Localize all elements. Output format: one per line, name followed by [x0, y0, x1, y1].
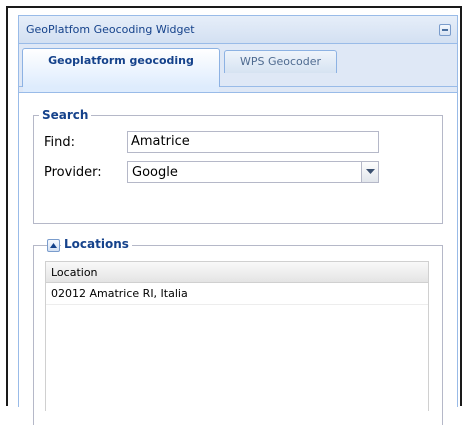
locations-legend: Locations — [61, 237, 132, 251]
geocoding-widget-panel: GeoPlatfom Geocoding Widget Geoplatform … — [18, 15, 458, 425]
provider-select[interactable]: Google — [127, 161, 379, 183]
locations-grid: Location 02012 Amatrice RI, Italia — [45, 261, 429, 411]
chevron-up-icon[interactable] — [47, 239, 60, 252]
tab-content: Search Find: Amatrice Provider: Google L… — [19, 92, 457, 425]
provider-label: Provider: — [44, 165, 102, 180]
provider-value: Google — [132, 165, 178, 180]
tab-active-joint — [23, 86, 219, 92]
tab-label: Geoplatform geocoding — [48, 54, 194, 67]
tab-wps-geocoder[interactable]: WPS Geocoder — [224, 50, 337, 73]
chevron-down-icon[interactable] — [361, 162, 378, 182]
tab-bar: Geoplatform geocoding WPS Geocoder — [19, 44, 457, 92]
find-label: Find: — [44, 135, 76, 150]
column-header-location[interactable]: Location — [51, 266, 98, 279]
tab-geoplatform-geocoding[interactable]: Geoplatform geocoding — [22, 48, 220, 87]
panel-header: GeoPlatfom Geocoding Widget — [19, 16, 457, 44]
tab-label: WPS Geocoder — [239, 55, 322, 68]
panel-title: GeoPlatfom Geocoding Widget — [26, 23, 195, 36]
search-legend: Search — [39, 108, 92, 122]
location-cell: 02012 Amatrice RI, Italia — [51, 287, 188, 300]
find-input[interactable]: Amatrice — [127, 131, 379, 153]
collapse-icon[interactable] — [439, 24, 451, 36]
table-row[interactable]: 02012 Amatrice RI, Italia — [46, 283, 428, 305]
grid-header: Location — [46, 262, 428, 283]
